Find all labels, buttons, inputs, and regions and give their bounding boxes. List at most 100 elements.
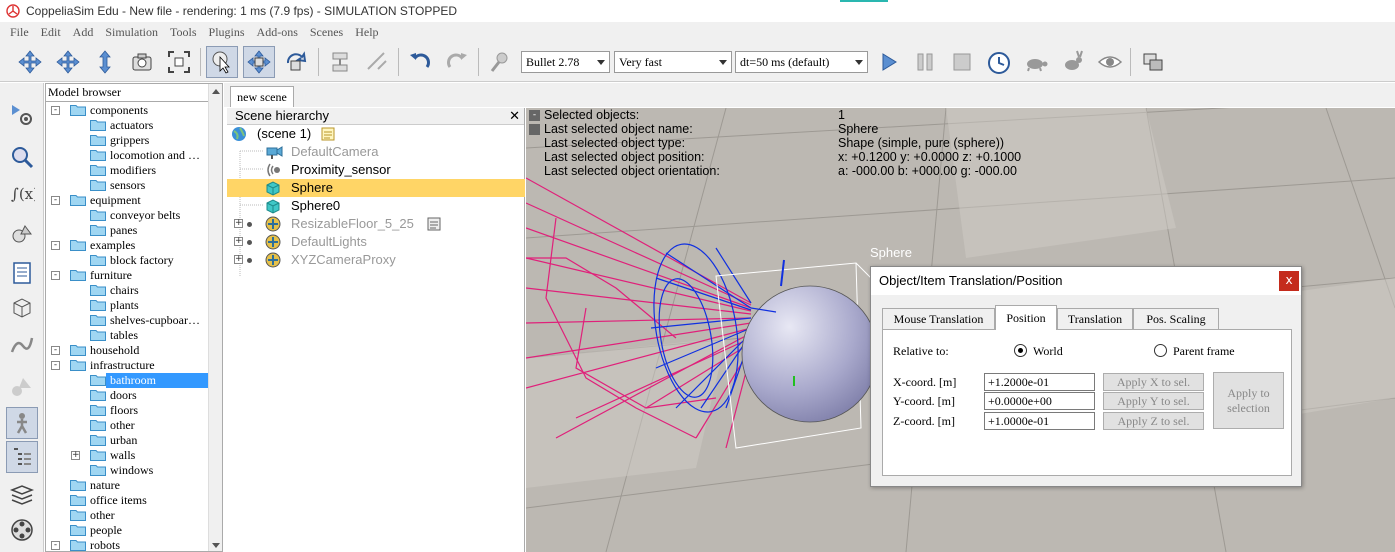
page-selector-button[interactable] [1137, 46, 1169, 78]
real-time-mode-button[interactable] [983, 46, 1015, 78]
collapse-icon[interactable]: - [51, 541, 60, 550]
menu-tools[interactable]: Tools [170, 25, 197, 40]
timestep-value: dt=50 ms (default) [740, 55, 830, 69]
simulation-settings-button[interactable] [6, 99, 38, 131]
hierarchy-item-label: ResizableFloor_5_25 [291, 216, 414, 231]
video-recorder-button[interactable] [6, 514, 38, 546]
hierarchy-item-resizablefloor[interactable]: + ResizableFloor_5_25 [227, 215, 525, 233]
collapse-icon[interactable]: - [529, 110, 540, 121]
hierarchy-item-xyzcameraproxy[interactable]: + XYZCameraProxy [227, 251, 525, 269]
info-value: 1 [838, 108, 845, 122]
engine-accuracy-select[interactable]: Very fast [614, 51, 732, 73]
model-browser-item-label: other [110, 418, 135, 432]
collapse-icon[interactable]: - [51, 106, 60, 115]
slow-down-button[interactable] [1020, 46, 1052, 78]
menu-plugins[interactable]: Plugins [209, 25, 245, 40]
world-radio[interactable] [1014, 344, 1027, 357]
camera-shift-button[interactable] [89, 46, 121, 78]
close-button[interactable]: x [1279, 271, 1299, 291]
menu-add[interactable]: Add [73, 25, 94, 40]
object-properties-button[interactable] [6, 291, 38, 323]
properties-button[interactable] [6, 257, 38, 289]
model-browser-item-label: robots [90, 538, 120, 552]
tab-pos-scaling[interactable]: Pos. Scaling [1133, 308, 1219, 330]
collapse-icon[interactable]: - [51, 361, 60, 370]
timestep-select[interactable]: dt=50 ms (default) [735, 51, 868, 73]
camera-opening-button[interactable] [126, 46, 158, 78]
calculation-modules-button[interactable] [6, 141, 38, 173]
redo-button[interactable] [441, 46, 473, 78]
physics-engine-select[interactable]: Bullet 2.78 [521, 51, 610, 73]
path-edit-button[interactable] [6, 329, 38, 361]
object-shift-button[interactable] [243, 46, 275, 78]
hierarchy-item-sphere[interactable]: Sphere [227, 179, 525, 197]
transfer-dna-button[interactable] [361, 46, 393, 78]
stop-simulation-button[interactable] [946, 46, 978, 78]
menu-help[interactable]: Help [355, 25, 378, 40]
model-browser-item-label: locomotion and … [110, 148, 200, 162]
scroll-down-arrow-icon[interactable] [212, 543, 220, 548]
menu-file[interactable]: File [10, 25, 29, 40]
dynamics-button[interactable] [484, 46, 516, 78]
hierarchy-item-proximity-sensor[interactable]: Proximity_sensor [227, 161, 525, 179]
scene-hierarchy-toggle-button[interactable] [6, 441, 38, 473]
apply-y-button[interactable]: Apply Y to sel. [1103, 392, 1204, 410]
menu-scenes[interactable]: Scenes [310, 25, 343, 40]
folder-icon [90, 225, 106, 236]
menu-simulation[interactable]: Simulation [105, 25, 158, 40]
layers-button[interactable] [6, 479, 38, 511]
hierarchy-item-scene[interactable]: (scene 1) [227, 125, 525, 143]
object-rotate-button[interactable] [280, 46, 312, 78]
gear-play-icon [12, 105, 32, 125]
scroll-up-arrow-icon[interactable] [212, 89, 220, 94]
tab-translation[interactable]: Translation [1057, 308, 1133, 330]
expand-icon[interactable]: + [234, 219, 243, 228]
model-browser-item-label: office items [90, 493, 147, 507]
collapse-icon[interactable]: - [51, 271, 60, 280]
menu-edit[interactable]: Edit [41, 25, 61, 40]
pause-simulation-button[interactable] [909, 46, 941, 78]
model-browser-scrollbar[interactable] [208, 84, 222, 551]
collapse-icon[interactable]: - [51, 196, 60, 205]
collection-button[interactable] [6, 371, 38, 403]
chevron-down-icon [597, 60, 605, 65]
camera-pan-button[interactable] [14, 46, 46, 78]
menu-add-ons[interactable]: Add-ons [257, 25, 298, 40]
expand-icon[interactable]: + [71, 451, 80, 460]
expand-icon[interactable]: + [234, 237, 243, 246]
undo-button[interactable] [404, 46, 436, 78]
toggle-icon[interactable] [529, 124, 540, 135]
start-simulation-button[interactable] [872, 46, 904, 78]
y-coord-field[interactable]: +0.0000e+00 [984, 392, 1095, 410]
model-browser-toggle-button[interactable] [6, 407, 38, 439]
tab-new-scene[interactable]: new scene [230, 86, 294, 107]
parent-frame-radio[interactable] [1154, 344, 1167, 357]
visualization-toggle-button[interactable] [1094, 46, 1126, 78]
speed-up-button[interactable] [1057, 46, 1089, 78]
hierarchy-item-sphere0[interactable]: Sphere0 [227, 197, 525, 215]
collection-icon [12, 378, 31, 396]
collapse-icon[interactable]: - [51, 346, 60, 355]
scripts-button[interactable]: ∫(x) [6, 177, 38, 209]
parent-frame-label: Parent frame [1173, 344, 1235, 358]
x-coord-field[interactable]: +1.2000e-01 [984, 373, 1095, 391]
tab-position[interactable]: Position [995, 305, 1057, 330]
folder-icon [90, 300, 106, 311]
fit-to-view-icon [168, 51, 190, 73]
expand-icon[interactable]: + [234, 255, 243, 264]
path-icon [10, 337, 34, 353]
click-select-button[interactable] [206, 46, 238, 78]
apply-x-button[interactable]: Apply X to sel. [1103, 373, 1204, 391]
z-coord-field[interactable]: +1.0000e-01 [984, 412, 1095, 430]
apply-to-selection-button[interactable]: Apply to selection [1213, 372, 1284, 429]
camera-rotate-button[interactable] [52, 46, 84, 78]
close-icon[interactable]: ✕ [509, 108, 520, 124]
hierarchy-item-defaultcamera[interactable]: DefaultCamera [227, 143, 525, 161]
hierarchy-item-defaultlights[interactable]: + DefaultLights [227, 233, 525, 251]
assemble-button[interactable] [324, 46, 356, 78]
apply-z-button[interactable]: Apply Z to sel. [1103, 412, 1204, 430]
shape-edit-button[interactable] [6, 219, 38, 251]
tab-mouse-translation[interactable]: Mouse Translation [882, 308, 995, 330]
fit-to-view-button[interactable] [163, 46, 195, 78]
collapse-icon[interactable]: - [51, 241, 60, 250]
